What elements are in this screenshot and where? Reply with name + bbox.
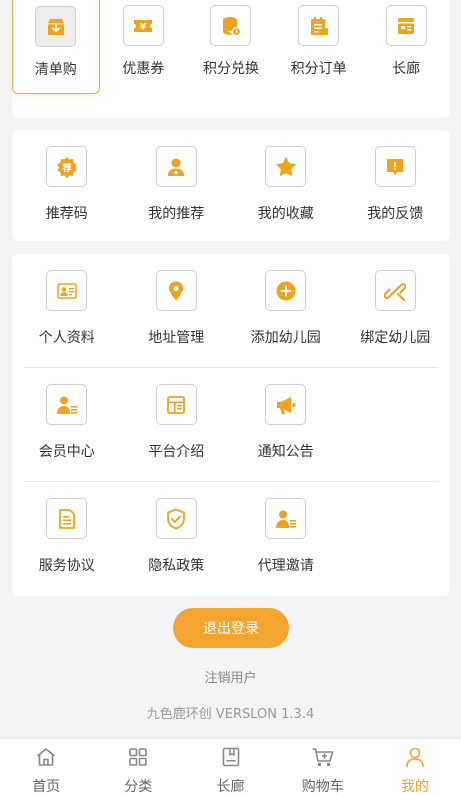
star-icon — [265, 146, 307, 187]
order-list-icon — [298, 5, 340, 46]
tab-label: 长廊 — [216, 779, 245, 795]
download-box-icon — [35, 6, 77, 47]
shield-check-icon — [155, 498, 197, 539]
menu-item-label: 推荐码 — [45, 206, 88, 222]
menu-item-my-favorites[interactable]: 我的收藏 — [231, 130, 341, 223]
document-icon — [46, 498, 88, 539]
top-shortcuts-card: 清单购 ¥ 优惠券 积分兑换 积分订单 长廊 — [12, 0, 450, 118]
home-icon — [35, 746, 57, 772]
menu-item-label: 我的反馈 — [367, 206, 424, 222]
menu-item-platform-intro[interactable]: 平台介绍 — [122, 368, 232, 461]
tab-cart[interactable]: 购物车 — [277, 739, 369, 795]
svg-text:¥: ¥ — [140, 22, 147, 32]
menu-item-label: 积分订单 — [290, 61, 347, 77]
tab-mine[interactable]: 我的 — [369, 739, 461, 795]
plus-circle-icon — [265, 270, 307, 311]
menu-item-label: 会员中心 — [38, 444, 95, 460]
user-icon — [404, 746, 426, 772]
menu-item-my-recommend[interactable]: 我的推荐 — [122, 130, 232, 223]
grid-icon — [127, 746, 149, 772]
menu-item-label: 服务协议 — [38, 558, 95, 574]
menu-item-label: 隐私政策 — [148, 558, 205, 574]
platform-icon — [155, 384, 197, 425]
menu-item-service-agreement[interactable]: 服务协议 — [12, 482, 122, 575]
tab-category[interactable]: 分类 — [92, 739, 184, 795]
menu-item-my-feedback[interactable]: 我的反馈 — [341, 130, 451, 223]
menu-item-gallery[interactable]: 长廊 — [362, 0, 450, 94]
menu-item-bind-kindergarten[interactable]: 绑定幼儿园 — [341, 254, 451, 347]
menu-item-label: 平台介绍 — [148, 444, 205, 460]
tab-gallery[interactable]: 长廊 — [184, 739, 276, 795]
menu-item-label: 长廊 — [392, 61, 421, 77]
menu-item-label: 我的推荐 — [148, 206, 205, 222]
top-shortcuts-row: 清单购 ¥ 优惠券 积分兑换 积分订单 长廊 — [12, 0, 450, 94]
svg-text:荐: 荐 — [61, 162, 71, 174]
megaphone-icon — [265, 384, 307, 425]
version-text: 九色鹿环创 VERSLON 1.3.4 — [146, 707, 315, 722]
menu-item-label: 优惠券 — [122, 61, 165, 77]
logout-button[interactable]: 退出登录 — [173, 608, 289, 648]
menu-item-notice[interactable]: 通知公告 — [231, 368, 341, 461]
referral-row: 荐 推荐码 我的推荐 我的收藏 我的反馈 — [12, 130, 450, 223]
coupon-icon: ¥ — [122, 5, 164, 46]
menu-item-add-kindergarten[interactable]: 添加幼儿园 — [231, 254, 341, 347]
menu-item-label: 绑定幼儿园 — [360, 330, 431, 346]
menu-item-privacy-policy[interactable]: 隐私政策 — [122, 482, 232, 575]
agent-icon — [265, 498, 307, 539]
member-icon — [46, 384, 88, 425]
settings-card: 个人资料 地址管理 添加幼儿园 绑定幼儿园 会员中心 平台介绍 通知公告 服务协… — [12, 254, 450, 596]
menu-item-coupon[interactable]: ¥ 优惠券 — [100, 0, 188, 94]
cart-icon — [311, 746, 335, 772]
coin-stack-icon — [210, 5, 252, 46]
menu-item-label: 我的收藏 — [257, 206, 314, 222]
settings-row-3: 服务协议 隐私政策 代理邀请 — [12, 482, 450, 575]
menu-item-label: 个人资料 — [38, 330, 95, 346]
menu-item-recommend-code[interactable]: 荐 推荐码 — [12, 130, 122, 223]
tab-label: 我的 — [400, 779, 429, 795]
menu-item-agent-invite[interactable]: 代理邀请 — [231, 482, 341, 575]
menu-item-label: 清单购 — [34, 62, 77, 78]
id-card-icon — [46, 270, 88, 311]
menu-item-label: 积分兑换 — [202, 61, 259, 77]
referral-card: 荐 推荐码 我的推荐 我的收藏 我的反馈 — [12, 130, 450, 241]
bottom-tab-bar: 首页 分类 长廊 购物车 我的 — [0, 738, 461, 795]
recommend-badge-icon: 荐 — [46, 146, 88, 187]
tab-label: 分类 — [124, 779, 153, 795]
menu-item-address[interactable]: 地址管理 — [122, 254, 232, 347]
menu-item-label: 代理邀请 — [257, 558, 314, 574]
menu-item-label: 地址管理 — [148, 330, 205, 346]
location-pin-icon — [155, 270, 197, 311]
menu-item-points-exchange[interactable]: 积分兑换 — [187, 0, 275, 94]
tab-home[interactable]: 首页 — [0, 739, 92, 795]
tab-label: 购物车 — [301, 779, 344, 795]
menu-item-qingdangou[interactable]: 清单购 — [12, 0, 100, 94]
settings-row-1: 个人资料 地址管理 添加幼儿园 绑定幼儿园 — [12, 254, 450, 347]
feedback-icon — [374, 146, 416, 187]
gallery-icon — [385, 5, 427, 46]
user-add-icon — [155, 146, 197, 187]
menu-item-points-order[interactable]: 积分订单 — [275, 0, 363, 94]
menu-item-profile[interactable]: 个人资料 — [12, 254, 122, 347]
settings-row-2: 会员中心 平台介绍 通知公告 — [12, 368, 450, 461]
tab-label: 首页 — [32, 779, 61, 795]
menu-item-label: 添加幼儿园 — [250, 330, 321, 346]
book-icon — [220, 746, 242, 772]
cancel-account-link[interactable]: 注销用户 — [0, 667, 461, 686]
menu-item-label: 通知公告 — [257, 444, 314, 460]
link-icon — [374, 270, 416, 311]
menu-item-member-center[interactable]: 会员中心 — [12, 368, 122, 461]
